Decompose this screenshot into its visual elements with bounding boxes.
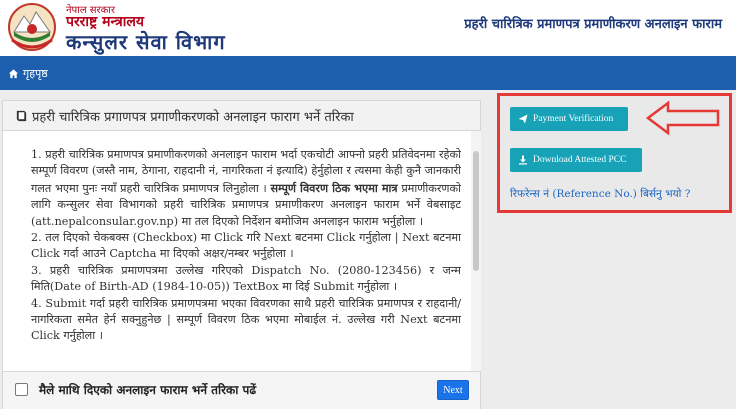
send-icon (518, 114, 528, 124)
instruction-item-3: 3. प्रहरी चारित्रिक प्रमाणपत्रमा उल्लेख … (31, 263, 461, 294)
panel-header: प्रहरी चारित्रिक प्रगाणपत्र प्रगाणीकरणको… (3, 101, 480, 131)
pointer-arrow-icon (646, 100, 720, 136)
nepal-emblem-icon (8, 3, 56, 51)
page-title: प्रहरी चारित्रिक प्रमाणपत्र प्रमाणीकरण अ… (464, 17, 722, 32)
panel-title: प्रहरी चारित्रिक प्रगाणपत्र प्रगाणीकरणको… (32, 110, 354, 125)
instruction-list: 1. प्रहरी चारित्रिक प्रमाणपत्र प्रमाणीकर… (31, 147, 461, 345)
scroll-thumb[interactable] (473, 151, 479, 271)
instructions-text: 1. प्रहरी चारित्रिक प्रमाणपत्र प्रमाणीकर… (31, 147, 461, 369)
panel-footer: मैले माथि दिएको अनलाइन फाराम भर्ने तरिका… (3, 371, 480, 409)
home-icon (8, 69, 19, 79)
instructions-scrollbar[interactable] (471, 131, 481, 371)
department-name: कन्सुलर सेवा विभाग (66, 30, 226, 54)
forgot-reference-link[interactable]: रिफरेन्स नं (Reference No.) बिर्सनु भयो … (510, 187, 690, 201)
instruction-item-2: 2. तल दिएको चेकबक्स (Checkbox) मा Click … (31, 231, 461, 261)
download-attested-pcc-label: Download Attested PCC (533, 155, 627, 165)
download-attested-pcc-button[interactable]: Download Attested PCC (510, 148, 642, 172)
checkbox-label: मैले माथि दिएको अनलाइन फाराम भर्ने तरिका… (39, 383, 257, 397)
instructions-panel: प्रहरी चारित्रिक प्रगाणपत्र प्रगाणीकरणको… (2, 100, 481, 409)
nav-bar: गृहपृष्ठ (0, 56, 736, 90)
payment-verification-label: Payment Verification (533, 114, 614, 124)
read-instructions-checkbox[interactable] (15, 383, 28, 396)
instruction-item-1: 1. प्रहरी चारित्रिक प्रमाणपत्र प्रमाणीकर… (31, 148, 461, 228)
payment-verification-button[interactable]: Payment Verification (510, 107, 628, 131)
site-header: नेपाल सरकार परराष्ट्र मन्त्रालय कन्सुलर … (0, 0, 736, 56)
next-button[interactable]: Next (437, 380, 469, 400)
download-icon (519, 155, 527, 165)
home-link[interactable]: गृहपृष्ठ (8, 66, 48, 81)
actions-panel: Payment Verification Download Attested P… (497, 93, 732, 213)
book-icon (16, 110, 27, 122)
home-label: गृहपृष्ठ (23, 67, 48, 80)
instruction-item-4: 4. Submit गर्दा प्रहरी चारित्रिक प्रमाणप… (31, 296, 461, 343)
